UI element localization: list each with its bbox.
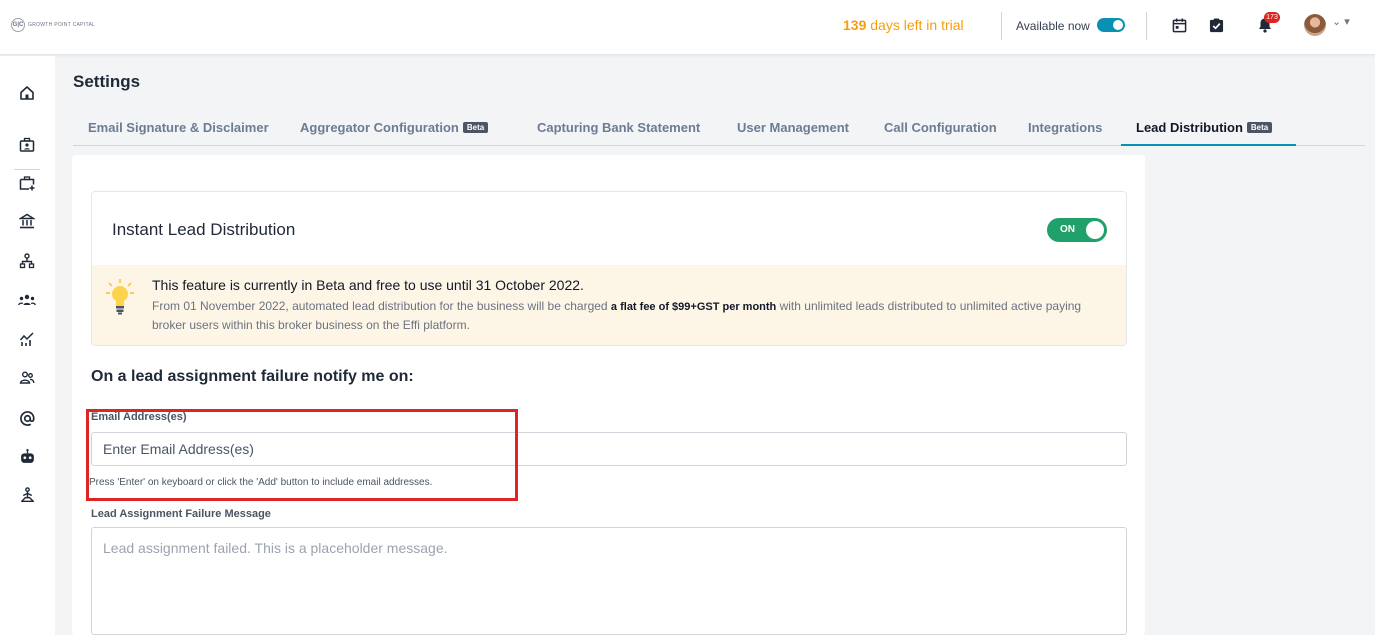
lightbulb-icon [106, 279, 134, 315]
trial-text: days left in trial [866, 17, 964, 33]
tab-label: Lead Distribution [1136, 120, 1243, 135]
beta-heading: This feature is currently in Beta and fr… [152, 277, 584, 293]
email-help-text: Press 'Enter' on keyboard or click the '… [89, 477, 433, 488]
failure-message-input[interactable] [91, 527, 1127, 635]
trial-countdown: 139 days left in trial [843, 17, 964, 33]
logo-text: GROWTH POINT CAPITAL [28, 22, 96, 28]
chevron-down-icon[interactable]: ⌄ ▾ [1332, 15, 1350, 28]
tab-label: Email Signature & Disclaimer [88, 120, 269, 135]
sidebar [0, 56, 55, 635]
team-icon[interactable] [17, 290, 37, 310]
tab-aggregator-configuration[interactable]: Aggregator Configuration Beta [300, 120, 489, 135]
tab-call-configuration[interactable]: Call Configuration [884, 120, 997, 135]
beta-badge: Beta [1246, 122, 1273, 133]
availability-toggle[interactable] [1097, 18, 1125, 32]
avatar[interactable] [1304, 14, 1326, 36]
org-chart-icon[interactable] [17, 251, 37, 271]
top-bar: G|C GROWTH POINT CAPITAL 139 days left i… [0, 0, 1375, 55]
notify-section-title: On a lead assignment failure notify me o… [91, 368, 414, 385]
briefcase-user-icon[interactable] [17, 135, 37, 155]
lead-distribution-panel: Instant Lead Distribution ON This featur… [72, 155, 1145, 635]
beta-badge: Beta [462, 122, 489, 133]
logo-mark: G|C [11, 18, 25, 32]
meditation-icon[interactable] [17, 485, 37, 505]
tab-label: Capturing Bank Statement [537, 120, 701, 135]
home-icon[interactable] [17, 83, 37, 103]
briefcase-add-icon[interactable] [17, 173, 37, 193]
at-sign-icon[interactable] [17, 408, 37, 428]
tab-label: Call Configuration [884, 120, 997, 135]
email-label: Email Address(es) [91, 411, 187, 423]
trial-days: 139 [843, 17, 867, 33]
task-check-icon[interactable] [1207, 16, 1225, 34]
tab-user-management[interactable]: User Management [737, 120, 849, 135]
tab-email-signature[interactable]: Email Signature & Disclaimer [88, 120, 269, 135]
sidebar-divider [14, 169, 40, 170]
robot-icon[interactable] [17, 446, 37, 466]
notification-badge: 173 [1264, 12, 1280, 23]
failure-message-label: Lead Assignment Failure Message [91, 508, 271, 520]
tab-capturing-bank-statement[interactable]: Capturing Bank Statement [537, 120, 700, 135]
beta-text: From 01 November 2022, automated lead di… [152, 299, 611, 313]
pricing-text: a flat fee of $99+GST per month [610, 301, 777, 313]
tab-lead-distribution[interactable]: Lead Distribution Beta [1136, 120, 1273, 135]
page-title: Settings [73, 72, 141, 91]
beta-description: From 01 November 2022, automated lead di… [152, 297, 1102, 334]
analytics-icon[interactable] [17, 329, 37, 349]
bank-icon[interactable] [17, 211, 37, 231]
calendar-icon[interactable] [1170, 16, 1188, 34]
tab-label: User Management [737, 120, 849, 135]
active-tab-indicator [1121, 144, 1296, 146]
lead-distribution-toggle[interactable]: ON [1047, 218, 1107, 242]
divider [1001, 12, 1002, 40]
divider [1146, 12, 1147, 40]
tab-integrations[interactable]: Integrations [1028, 120, 1102, 135]
feature-title: Instant Lead Distribution [112, 220, 296, 239]
tab-label: Aggregator Configuration [300, 120, 459, 135]
users-icon[interactable] [17, 368, 37, 388]
availability-label: Available now [1016, 19, 1090, 33]
beta-notice: This feature is currently in Beta and fr… [92, 265, 1126, 345]
toggle-label: ON [1060, 224, 1075, 235]
tab-label: Integrations [1028, 120, 1103, 135]
settings-tabs: Email Signature & Disclaimer Aggregator … [73, 112, 1365, 146]
instant-lead-distribution-card: Instant Lead Distribution ON This featur… [91, 191, 1127, 346]
company-logo[interactable]: G|C GROWTH POINT CAPITAL [11, 18, 95, 32]
email-input[interactable] [91, 432, 1127, 466]
